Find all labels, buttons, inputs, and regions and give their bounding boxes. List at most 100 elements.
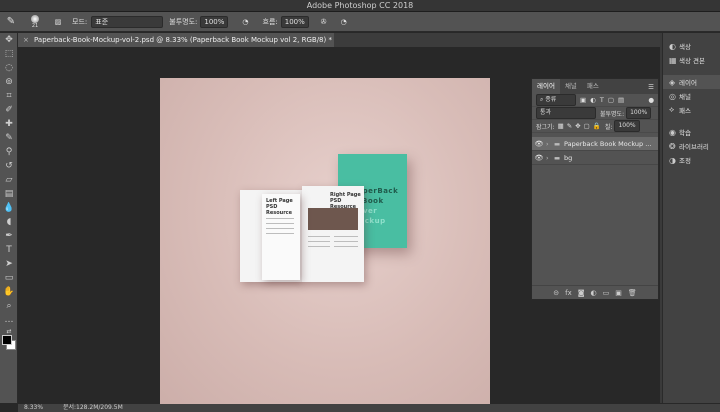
pressure-size-icon[interactable]: ◔ xyxy=(341,18,347,26)
lock-pixels-icon[interactable]: ▦ xyxy=(558,122,564,130)
move-tool-icon[interactable]: ✥ xyxy=(0,33,18,47)
fill-field[interactable]: 100% xyxy=(614,120,640,132)
blur-tool-icon[interactable]: 💧 xyxy=(0,201,18,215)
mode-value: 표준 xyxy=(95,17,109,26)
close-tab-icon[interactable]: × xyxy=(23,33,29,47)
type-tool-icon[interactable]: T xyxy=(0,243,18,257)
dock-item-adjustments[interactable]: ◑ 조정 xyxy=(663,153,720,167)
new-layer-icon[interactable]: ▣ xyxy=(615,289,622,297)
folder-icon: ▬ xyxy=(554,153,561,162)
more-tools-icon[interactable]: … xyxy=(0,313,18,327)
title-bar: Adobe Photoshop CC 2018 xyxy=(0,0,720,12)
marquee-tool-icon[interactable]: ⬚ xyxy=(0,47,18,61)
dock-item-learn[interactable]: ◉ 학습 xyxy=(663,125,720,139)
lasso-tool-icon[interactable]: ◌ xyxy=(0,61,18,75)
dock-item-paths[interactable]: ⟡ 패스 xyxy=(663,103,720,117)
eyedropper-tool-icon[interactable]: ✐ xyxy=(0,103,18,117)
brush-settings-icon[interactable]: ▨ xyxy=(48,18,68,26)
filter-smart-icon[interactable]: ▤ xyxy=(618,96,624,104)
brush-tool-icon[interactable]: ✎ xyxy=(0,16,22,27)
dock-item-libraries[interactable]: ❂ 라이브러리 xyxy=(663,139,720,153)
zoom-level[interactable]: 8.33% xyxy=(24,404,43,411)
link-layers-icon[interactable]: ⊝ xyxy=(553,289,559,297)
expand-arrow-icon[interactable]: › xyxy=(546,154,554,162)
filter-adjust-icon[interactable]: ◐ xyxy=(590,96,596,104)
panel-menu-icon[interactable]: ☰ xyxy=(648,83,658,91)
tab-channels[interactable]: 채널 xyxy=(560,79,582,94)
quick-select-tool-icon[interactable]: ⊚ xyxy=(0,75,18,89)
tools-panel: ✥ ⬚ ◌ ⊚ ⌗ ✐ ✚ ✎ ⚲ ↺ ▱ ▤ 💧 ◖ ✒ T ➤ ▭ ✋ ⌕ … xyxy=(0,33,18,403)
color-swatches[interactable] xyxy=(0,335,17,353)
opacity-label: 불투명도: xyxy=(169,17,198,26)
stamp-tool-icon[interactable]: ⚲ xyxy=(0,145,18,159)
tab-paths[interactable]: 패스 xyxy=(582,79,604,94)
channels-icon: ◎ xyxy=(669,91,676,101)
crop-tool-icon[interactable]: ⌗ xyxy=(0,89,18,103)
layer-row[interactable]: 👁 › ▬ bg xyxy=(532,151,658,165)
expand-arrow-icon[interactable]: › xyxy=(546,140,554,148)
dock-item-swatches[interactable]: ▦ 색상 견본 xyxy=(663,53,720,67)
document-tab-title: Paperback-Book-Mockup-vol-2.psd @ 8.33% … xyxy=(34,36,332,44)
visibility-eye-icon[interactable]: 👁 xyxy=(532,154,546,162)
opacity-pressure-icon[interactable]: ◔ xyxy=(242,18,248,26)
dock-item-color[interactable]: ◐ 색상 xyxy=(663,39,720,53)
gradient-tool-icon[interactable]: ▤ xyxy=(0,187,18,201)
document-info[interactable]: 문서:128.2M/209.5M xyxy=(63,404,123,411)
dock-item-layers[interactable]: ◈ 레이어 xyxy=(663,75,720,89)
right-page-photo xyxy=(308,208,358,230)
hand-tool-icon[interactable]: ✋ xyxy=(0,285,18,299)
blend-row: 통과 불투명도: 100% xyxy=(532,107,658,120)
lock-move-icon[interactable]: ✥ xyxy=(575,122,580,130)
healing-tool-icon[interactable]: ✚ xyxy=(0,117,18,131)
dodge-tool-icon[interactable]: ◖ xyxy=(0,215,18,229)
opacity-field[interactable]: 100% xyxy=(200,15,229,28)
text-line xyxy=(266,228,294,229)
eraser-tool-icon[interactable]: ▱ xyxy=(0,173,18,187)
document-tab[interactable]: × Paperback-Book-Mockup-vol-2.psd @ 8.33… xyxy=(18,33,334,47)
zoom-tool-icon[interactable]: ⌕ xyxy=(0,299,18,313)
brush-preset-picker[interactable]: 21 xyxy=(22,14,48,29)
adjustment-layer-icon[interactable]: ◐ xyxy=(591,289,597,297)
layer-name: Paperback Book Mockup ... xyxy=(564,139,652,148)
layer-opacity-field[interactable]: 100% xyxy=(626,107,652,119)
dock-item-label: 패스 xyxy=(679,107,691,115)
filter-shape-icon[interactable]: ▢ xyxy=(608,96,614,104)
brush-tool-icon[interactable]: ✎ xyxy=(0,131,18,145)
layer-style-icon[interactable]: fx xyxy=(565,289,572,297)
lock-all-icon[interactable]: 🔒 xyxy=(593,122,601,130)
tab-layers[interactable]: 레이어 xyxy=(532,79,560,94)
new-group-icon[interactable]: ▭ xyxy=(603,289,610,297)
text-line xyxy=(308,246,330,247)
layer-filter-row: ⌕ 종류 ▣ ◐ T ▢ ▤ ● xyxy=(532,94,658,107)
options-bar: ✎ 21 ▨ 모드: 표준 불투명도: 100% ◔ 흐름: 100% ✇ ◔ xyxy=(0,12,720,32)
flow-field[interactable]: 100% xyxy=(280,15,309,28)
document-canvas[interactable]: PaperBack Book Cover Mockup Right Page P… xyxy=(160,78,490,408)
delete-layer-icon[interactable]: 🗑 xyxy=(628,289,637,297)
filter-toggle-icon[interactable]: ● xyxy=(648,96,654,104)
lock-artboard-icon[interactable]: ▢ xyxy=(584,122,590,130)
history-brush-tool-icon[interactable]: ↺ xyxy=(0,159,18,173)
mode-select[interactable]: 표준 xyxy=(91,15,164,28)
filter-type-icon[interactable]: T xyxy=(600,96,604,104)
paths-icon: ⟡ xyxy=(669,105,675,114)
pen-tool-icon[interactable]: ✒ xyxy=(0,229,18,243)
swap-colors-icon[interactable]: ⇄ xyxy=(0,327,18,335)
dock-item-label: 채널 xyxy=(679,93,691,101)
lock-paint-icon[interactable]: ✎ xyxy=(567,122,572,130)
dock-item-channels[interactable]: ◎ 채널 xyxy=(663,89,720,103)
visibility-eye-icon[interactable]: 👁 xyxy=(532,140,546,148)
foreground-color-swatch[interactable] xyxy=(2,335,12,345)
layer-mask-icon[interactable]: ◙ xyxy=(578,289,585,297)
layer-filter-select[interactable]: ⌕ 종류 xyxy=(536,94,576,106)
left-page-title: Left Page PSD Resource xyxy=(266,198,300,216)
airbrush-icon[interactable]: ✇ xyxy=(321,18,327,26)
text-line xyxy=(334,241,358,242)
path-select-tool-icon[interactable]: ➤ xyxy=(0,257,18,271)
filter-label: 종류 xyxy=(545,96,557,103)
shape-tool-icon[interactable]: ▭ xyxy=(0,271,18,285)
lock-label: 잠그기: xyxy=(536,123,555,131)
blend-mode-select[interactable]: 통과 xyxy=(536,107,596,119)
layer-row[interactable]: 👁 › ▬ Paperback Book Mockup ... xyxy=(532,137,658,151)
filter-pixel-icon[interactable]: ▣ xyxy=(580,96,586,104)
swatches-icon: ▦ xyxy=(669,55,677,65)
